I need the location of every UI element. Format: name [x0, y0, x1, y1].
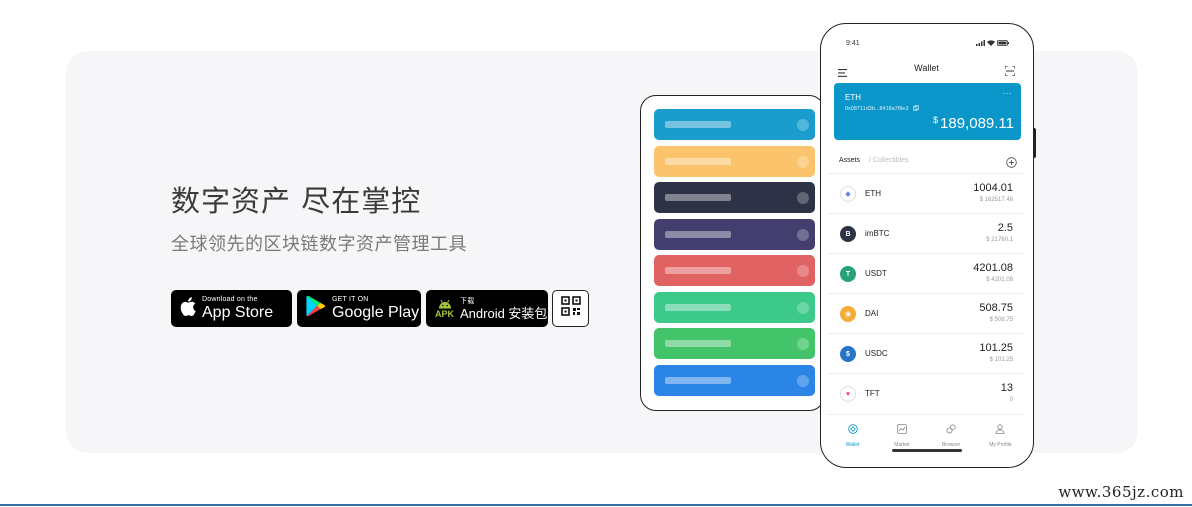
eth-card-name: ETH: [845, 93, 861, 102]
tab-wallet[interactable]: Wallet: [828, 415, 877, 459]
bottom-tabbar: Wallet Market Browser My Profile: [828, 414, 1025, 459]
coin-icon: [797, 301, 809, 314]
status-icons: [976, 40, 1009, 46]
asset-row[interactable]: T USDT 4201.08 $ 4201.08: [828, 253, 1025, 293]
copy-icon[interactable]: [913, 105, 919, 111]
coin-icon: [797, 155, 809, 168]
more-icon[interactable]: ···: [1003, 89, 1013, 98]
android-apk-button[interactable]: APK 下载 Android 安装包: [426, 290, 548, 327]
stack-card: [654, 145, 815, 177]
eth-icon: ◆: [840, 186, 856, 202]
tab-collectibles[interactable]: / Collectibles: [869, 157, 909, 164]
tab-assets[interactable]: Assets: [839, 157, 860, 164]
asset-value: 0: [1009, 397, 1013, 403]
asset-row[interactable]: BimBTC 2.5 $ 21760.1: [828, 213, 1025, 253]
coin-icon: [797, 338, 809, 350]
coin-icon: [797, 374, 809, 387]
qr-code-button[interactable]: [552, 290, 589, 327]
add-asset-icon[interactable]: [1006, 155, 1017, 173]
asset-value: $ 508.75: [989, 317, 1013, 323]
tab-market[interactable]: Market: [877, 415, 926, 459]
google-play-small-text: GET IT ON: [332, 296, 369, 303]
asset-value: $ 101.25: [989, 357, 1013, 363]
stack-card: [654, 182, 815, 213]
wifi-icon: [987, 40, 995, 46]
status-time: 9:41: [846, 40, 860, 47]
coin-icon: [797, 228, 809, 241]
imbtc-icon: B: [840, 226, 856, 242]
asset-value: $ 4201.08: [986, 277, 1013, 283]
coin-icon: [797, 119, 809, 131]
asset-value: $ 162517.48: [979, 197, 1013, 203]
stack-card: [654, 218, 815, 250]
stack-card: [654, 328, 815, 359]
tab-label: Wallet: [845, 442, 860, 448]
dai-icon: ◉: [840, 306, 856, 322]
phone-mockup: 9:41 Wallet ETH ··· 0x08711d3b...8418a7f…: [820, 23, 1034, 468]
stack-card: [654, 364, 815, 396]
asset-name: DAI: [865, 309, 879, 318]
asset-name: TFT: [865, 389, 880, 398]
profile-icon: [995, 421, 1005, 439]
wallet-title: Wallet: [914, 63, 939, 73]
stack-card: [654, 255, 815, 286]
asset-amount: 2.5: [997, 222, 1013, 234]
coin-icon: [797, 265, 809, 277]
apk-small-text: 下载: [460, 297, 475, 305]
browser-icon: [946, 421, 956, 439]
google-play-button[interactable]: GET IT ON Google Play: [297, 290, 421, 327]
home-indicator: [892, 449, 962, 452]
asset-row[interactable]: $ USDC 101.25 $ 101.25: [828, 333, 1025, 373]
app-store-button[interactable]: Download on the App Store: [171, 290, 292, 327]
tab-label: Market: [894, 442, 910, 448]
google-play-big-text: Google Play: [332, 304, 420, 321]
tab-my-profile[interactable]: My Profile: [976, 415, 1025, 459]
asset-row[interactable]: ◆ ETH 1004.01 $ 162517.48: [828, 173, 1025, 213]
tab-label: Browser: [941, 442, 961, 448]
asset-name: imBTC: [865, 229, 890, 238]
battery-icon: [997, 40, 1009, 46]
scan-icon[interactable]: [1004, 63, 1016, 81]
phone-screen: 9:41 Wallet ETH ··· 0x08711d3b...8418a7f…: [828, 31, 1025, 459]
tft-icon: ♥: [840, 386, 856, 402]
asset-name: USDT: [865, 269, 887, 278]
asset-amount: 1004.01: [973, 182, 1013, 194]
google-play-icon: [306, 295, 326, 322]
bottom-divider: [0, 504, 1192, 506]
asset-name: USDC: [865, 349, 888, 358]
hero-headline: 数字资产 尽在掌控: [171, 184, 422, 218]
eth-card-address: 0x08711d3b...8418a7f8e3: [845, 105, 919, 112]
asset-value: $ 21760.1: [986, 237, 1013, 243]
wallet-icon: [847, 421, 858, 439]
stack-card: [654, 109, 815, 140]
apk-big-text: Android 安装包: [460, 305, 548, 321]
watermark: www.365jz.com: [1058, 483, 1184, 501]
card-stack-device: [640, 95, 825, 411]
asset-row[interactable]: ♥ TFT 13 0: [828, 373, 1025, 413]
coin-icon: [797, 192, 809, 204]
android-icon: APK: [435, 299, 454, 319]
hero-subline: 全球领先的区块链数字资产管理工具: [171, 234, 467, 255]
asset-name: ETH: [865, 189, 881, 198]
app-store-big-text: App Store: [202, 304, 274, 321]
asset-amount: 508.75: [979, 302, 1013, 314]
signal-icon: [976, 40, 985, 46]
stack-card: [654, 291, 815, 323]
asset-amount: 101.25: [979, 342, 1013, 354]
market-icon: [896, 421, 907, 439]
usdc-icon: $: [840, 346, 856, 362]
tab-browser[interactable]: Browser: [927, 415, 976, 459]
app-store-small-text: Download on the: [202, 296, 258, 303]
asset-row[interactable]: ◉ DAI 508.75 $ 508.75: [828, 293, 1025, 333]
apk-badge-text: APK: [435, 308, 455, 319]
qr-code-icon: [560, 296, 581, 321]
eth-card-balance: $189,089.11: [933, 115, 1014, 132]
tab-label: My Profile: [989, 442, 1012, 448]
asset-amount: 4201.08: [973, 262, 1013, 274]
apple-icon: [180, 296, 196, 321]
eth-wallet-card[interactable]: ETH ··· 0x08711d3b...8418a7f8e3 $189,089…: [834, 83, 1021, 140]
usdt-icon: T: [840, 266, 856, 282]
asset-amount: 13: [1000, 382, 1013, 394]
